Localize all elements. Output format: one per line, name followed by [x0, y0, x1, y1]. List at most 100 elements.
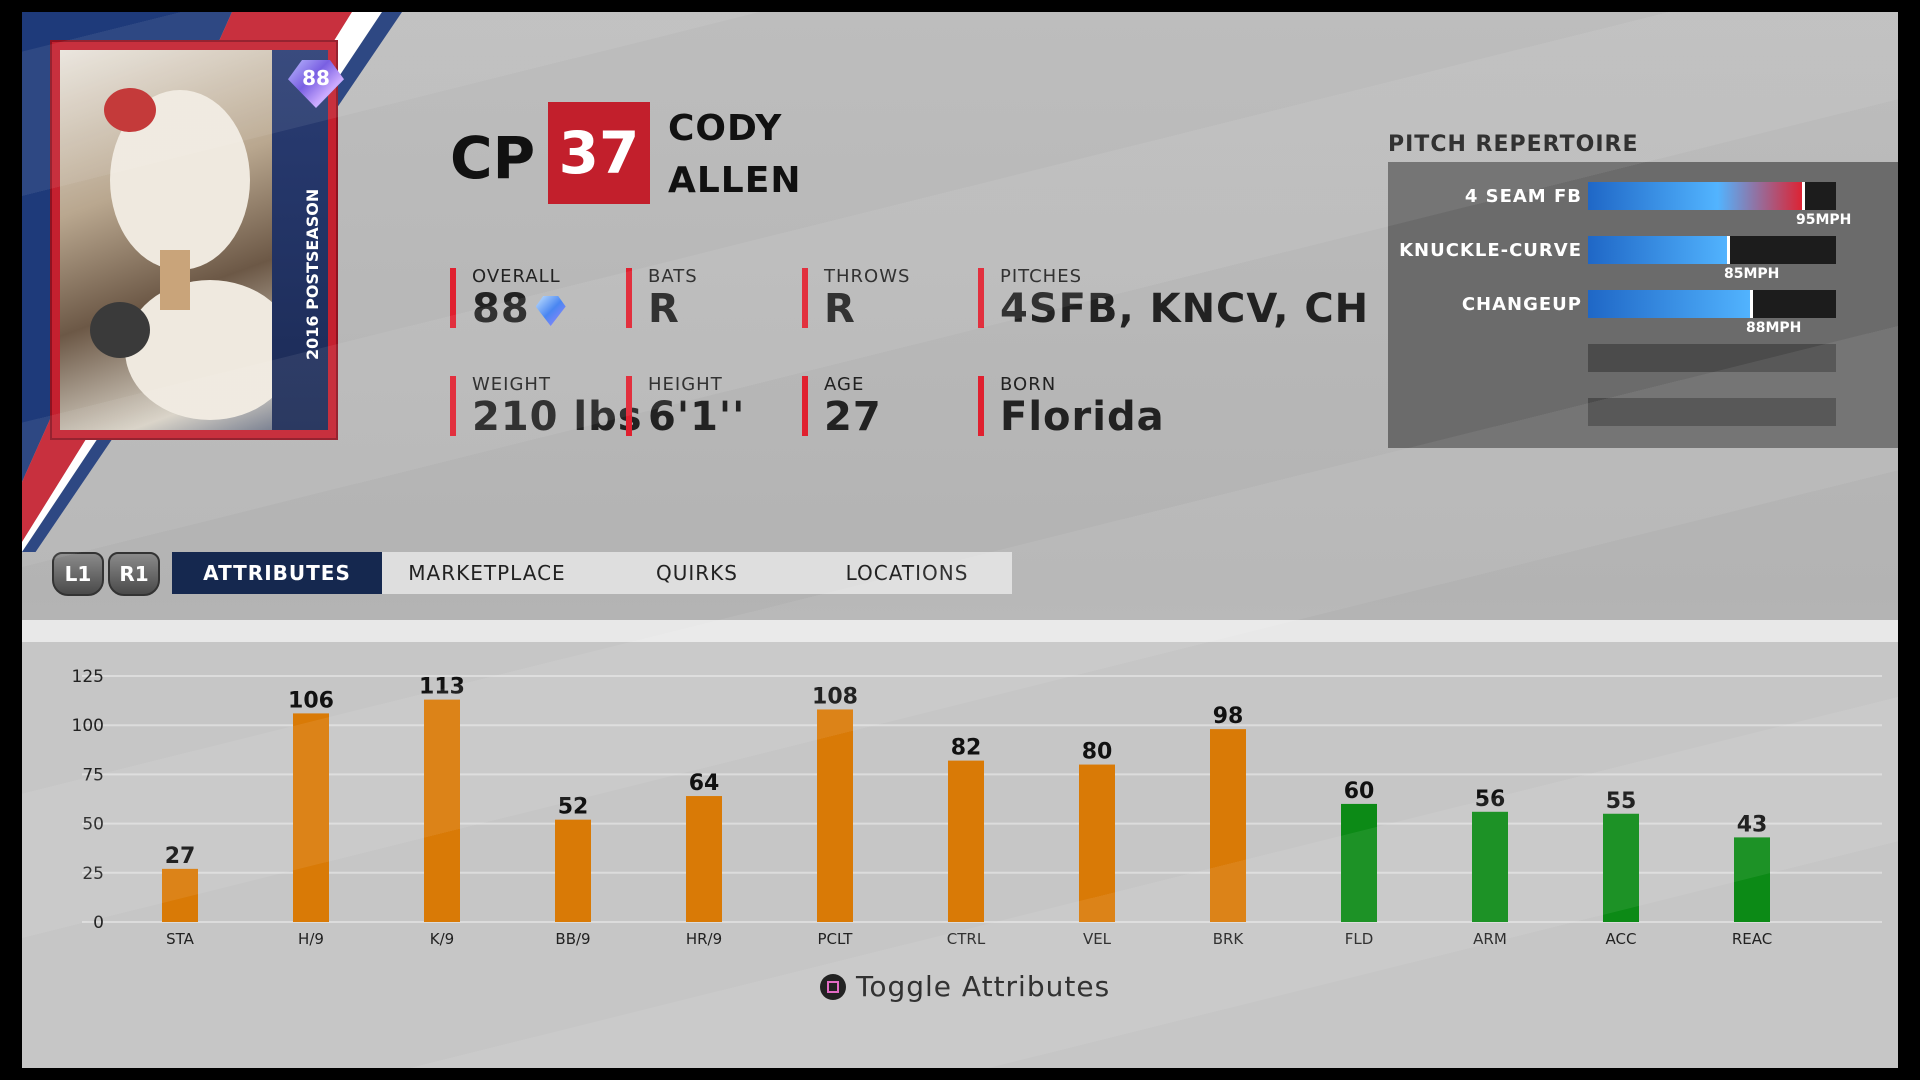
stat-height-label: HEIGHT — [648, 374, 723, 395]
square-button-icon — [820, 973, 846, 1000]
pitch-slot-empty — [1588, 344, 1836, 372]
x-tick-label: BB/9 — [555, 930, 590, 948]
tab-quirks[interactable]: QUIRKS — [592, 552, 802, 594]
chart-header-strip — [22, 620, 1898, 642]
bar — [293, 713, 329, 922]
y-tick-label: 75 — [82, 765, 104, 785]
diamond-icon — [535, 296, 566, 326]
y-tick-label: 25 — [82, 864, 104, 884]
x-tick-label: HR/9 — [686, 930, 722, 948]
x-tick-label: BRK — [1213, 930, 1245, 948]
card-band-text: 2016 POSTSEASON — [303, 188, 322, 360]
pitch-row: 4 SEAM FB 95MPH — [1388, 176, 1898, 230]
bar — [424, 699, 460, 922]
bar — [1079, 764, 1115, 922]
y-tick-label: 0 — [93, 913, 104, 933]
pitch-speed: 95MPH — [1796, 212, 1852, 228]
stat-pitches: PITCHES 4SFB, KNCV, CH — [978, 266, 1369, 332]
stat-weight-value: 210 lbs — [472, 394, 643, 440]
attributes-chart: 0 25 50 75 100 125 27 STA 106 H/9 113 K/9 52 BB/9 64 HR… — [72, 667, 1882, 948]
bar-value-label: 27 — [165, 844, 196, 869]
player-number: 37 — [548, 102, 650, 204]
bar — [1603, 813, 1639, 922]
card-band: 2016 POSTSEASON — [272, 50, 328, 430]
stat-pitches-label: PITCHES — [1000, 266, 1083, 287]
stat-throws-label: THROWS — [824, 266, 911, 287]
r1-button[interactable]: R1 — [108, 552, 160, 596]
bar-value-label: 108 — [812, 684, 858, 709]
player-position: CP — [450, 124, 536, 192]
bar — [1341, 803, 1377, 922]
pitch-repertoire-title: PITCH REPERTOIRE — [1388, 132, 1639, 157]
pitch-bar — [1588, 182, 1836, 210]
bar-value-label: 98 — [1213, 704, 1244, 729]
x-tick-label: VEL — [1083, 930, 1112, 948]
bar — [817, 709, 853, 922]
x-tick-label: FLD — [1345, 930, 1374, 948]
stat-weight-label: WEIGHT — [472, 374, 551, 395]
bar-value-label: 56 — [1475, 787, 1506, 812]
pitch-speed: 85MPH — [1724, 266, 1780, 282]
player-detail-screen: 2016 POSTSEASON 88 CP 37 CODY ALLEN OVER… — [22, 12, 1898, 1068]
bar-value-label: 80 — [1082, 740, 1113, 765]
stat-height: HEIGHT 6'1'' — [626, 374, 745, 440]
stat-age-value: 27 — [824, 394, 882, 440]
pitch-speed: 88MPH — [1746, 320, 1802, 336]
stat-bats-value: R — [648, 286, 680, 332]
stat-age-label: AGE — [824, 374, 865, 395]
pitch-bar-fill — [1588, 182, 1804, 210]
pitch-bar-fill — [1588, 290, 1752, 318]
x-tick-label: CTRL — [947, 930, 986, 948]
tab-attributes[interactable]: ATTRIBUTES — [172, 552, 382, 594]
pitch-row: KNUCKLE-CURVE 85MPH — [1388, 230, 1898, 284]
pitch-bar-marker — [1727, 236, 1731, 264]
player-first-name: CODY — [668, 108, 783, 149]
bar-value-label: 60 — [1344, 779, 1375, 804]
stat-throws-value: R — [824, 286, 856, 332]
pitch-name: CHANGEUP — [1461, 294, 1582, 315]
stat-pitches-value: 4SFB, KNCV, CH — [1000, 286, 1370, 332]
stat-overall-label: OVERALL — [472, 266, 561, 287]
pitch-name: KNUCKLE-CURVE — [1399, 240, 1582, 261]
player-card: 2016 POSTSEASON 88 — [52, 42, 344, 438]
stat-born: BORN Florida — [978, 374, 1165, 440]
stat-age: AGE 27 — [802, 374, 882, 440]
bar — [948, 760, 984, 922]
pitch-repertoire-panel: 4 SEAM FB 95MPH KNUCKLE-CURVE 85MPH CHAN… — [1388, 162, 1898, 448]
bar-value-label: 106 — [288, 688, 334, 713]
pitch-bar-marker — [1749, 290, 1753, 318]
player-last-name: ALLEN — [668, 160, 802, 201]
pitch-bar — [1588, 236, 1836, 264]
bar — [686, 796, 722, 922]
pitch-name: 4 SEAM FB — [1464, 186, 1582, 207]
stat-height-value: 6'1'' — [648, 394, 746, 440]
tab-marketplace[interactable]: MARKETPLACE — [382, 552, 592, 594]
x-tick-label: H/9 — [298, 930, 324, 948]
y-tick-label: 100 — [72, 716, 104, 736]
x-tick-label: K/9 — [430, 930, 454, 948]
stat-bats: BATS R — [626, 268, 698, 332]
toggle-attributes-button[interactable]: Toggle Attributes — [820, 970, 1110, 1003]
bar-value-label: 64 — [689, 771, 720, 796]
y-tick-label: 50 — [82, 815, 104, 835]
bar-value-label: 52 — [558, 795, 589, 820]
bar-value-label: 82 — [951, 736, 982, 761]
y-tick-label: 125 — [72, 667, 104, 687]
bar-value-label: 113 — [419, 675, 465, 700]
bar — [1734, 837, 1770, 922]
l1-button[interactable]: L1 — [52, 552, 104, 596]
pitch-bar — [1588, 290, 1836, 318]
stat-born-value: Florida — [1000, 394, 1165, 440]
tab-bar: ATTRIBUTES MARKETPLACE QUIRKS LOCATIONS — [172, 552, 1012, 594]
x-tick-label: ARM — [1473, 930, 1507, 948]
stat-overall-value: 88 — [472, 286, 530, 332]
bar — [555, 819, 591, 922]
stat-born-label: BORN — [1000, 374, 1057, 395]
x-tick-label: ACC — [1606, 930, 1637, 948]
tab-locations[interactable]: LOCATIONS — [802, 552, 1012, 594]
toggle-attributes-label: Toggle Attributes — [856, 970, 1111, 1003]
pitch-bar-fill — [1588, 236, 1730, 264]
stat-overall: OVERALL 88 — [450, 266, 566, 332]
bar — [1472, 811, 1508, 922]
bar-value-label: 55 — [1606, 789, 1637, 814]
